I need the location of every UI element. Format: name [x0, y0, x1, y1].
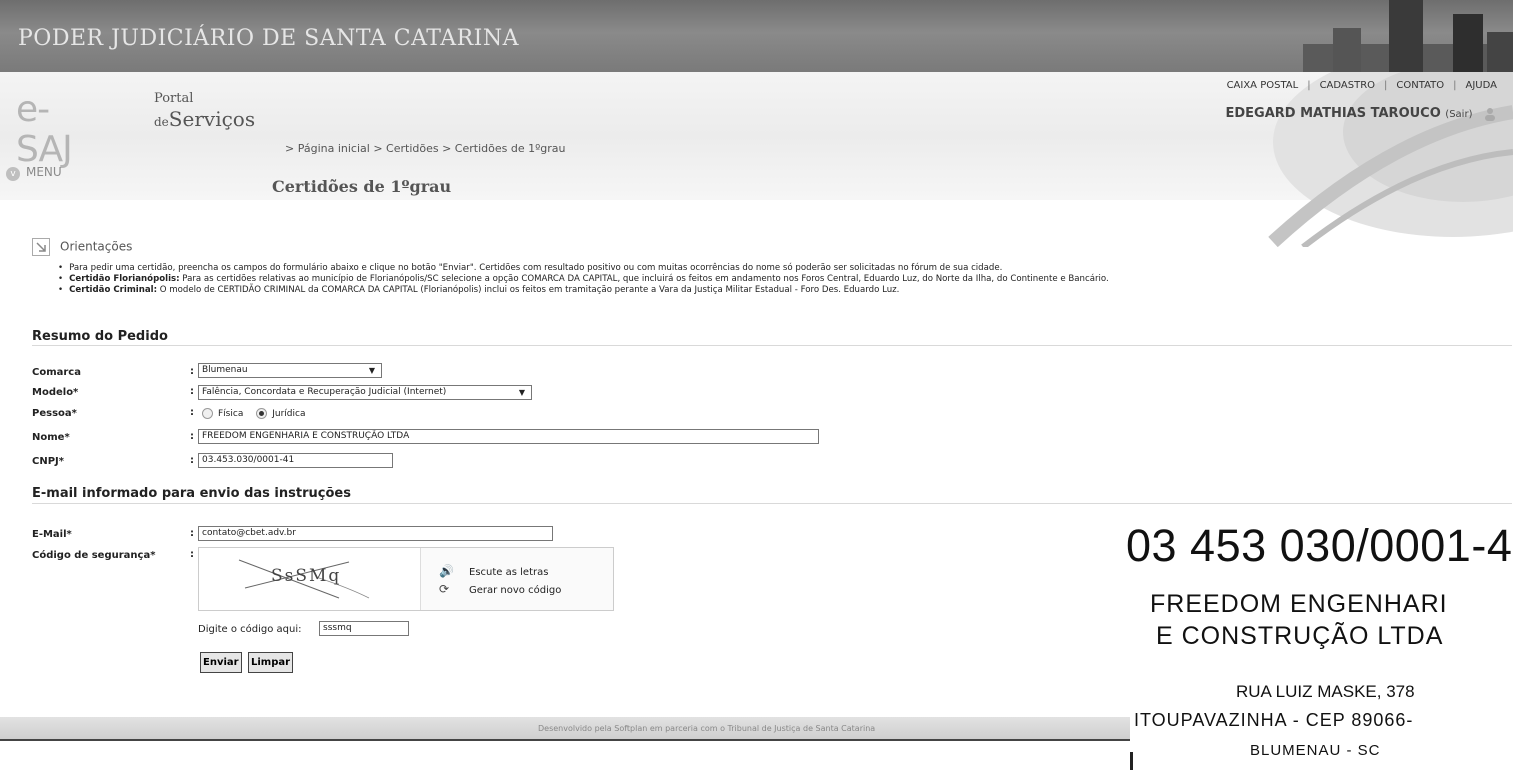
arrow-down-right-icon: [32, 238, 50, 256]
email-label: E-Mail*: [32, 529, 72, 540]
nome-input[interactable]: FREEDOM ENGENHARIA E CONSTRUÇÃO LTDA: [198, 429, 819, 444]
refresh-label: Gerar novo código: [469, 585, 562, 596]
captcha-box: SsSMq 🔊 Escute as letras ⟳ Gerar novo códi…: [198, 547, 614, 611]
cnpj-label: CNPJ*: [32, 456, 64, 467]
stamp-name-line2: E CONSTRUÇÃO LTDA: [1156, 622, 1444, 650]
link-contato[interactable]: CONTATO: [1396, 80, 1444, 91]
link-cadastro[interactable]: CADASTRO: [1320, 80, 1375, 91]
logo-portal-text: Portal: [154, 91, 194, 106]
listen-option[interactable]: 🔊 Escute as letras: [439, 562, 561, 580]
logo-esaj-text: e-SAJ: [16, 89, 73, 170]
user-icon: [1485, 107, 1495, 121]
captcha-image: SsSMq: [199, 548, 421, 610]
header-decoration: [1268, 72, 1513, 247]
colon: :: [190, 455, 194, 466]
user-block: EDEGARD MATHIAS TAROUCO (Sair): [1226, 106, 1498, 121]
top-links: CAIXA POSTAL | CADASTRO | CONTATO | AJUDA: [1227, 80, 1497, 91]
colon: :: [190, 528, 194, 539]
pessoa-juridica-radio[interactable]: [256, 408, 268, 419]
footer-text: Desenvolvido pela Softplan em parceria c…: [538, 724, 876, 733]
list-item: Certidão Florianópolis: Para as certidõe…: [58, 274, 1109, 285]
colon: :: [190, 431, 194, 442]
refresh-icon: ⟳: [439, 582, 450, 596]
section-title-email: E-mail informado para envio das instruçõ…: [32, 486, 351, 501]
pessoa-juridica-label: Jurídica: [272, 409, 306, 419]
orientacoes-header: Orientações: [32, 238, 132, 256]
stamp-district: ITOUPAVAZINHA - CEP 89066-: [1134, 710, 1414, 730]
separator: |: [1453, 80, 1457, 91]
pessoa-fisica-label: Física: [218, 409, 244, 419]
link-caixa-postal[interactable]: CAIXA POSTAL: [1227, 80, 1299, 91]
company-stamp: 03 453 030/0001-4 FREEDOM ENGENHARI E CO…: [1118, 520, 1513, 775]
captcha-text: SsSMq: [271, 566, 342, 586]
menu-toggle[interactable]: v MENU: [6, 165, 62, 181]
stamp-name-line1: FREEDOM ENGENHARI: [1150, 590, 1448, 618]
pessoa-fisica-radio[interactable]: [202, 408, 213, 419]
header: CAIXA POSTAL | CADASTRO | CONTATO | AJUDA e-SA…: [0, 72, 1513, 247]
modelo-label: Modelo*: [32, 387, 79, 398]
section-title-resumo: Resumo do Pedido: [32, 329, 168, 344]
speaker-icon: 🔊: [439, 564, 454, 578]
colon: :: [190, 386, 194, 397]
stamp-cnpj: 03 453 030/0001-4: [1126, 520, 1513, 571]
divider: [32, 345, 1512, 346]
stamp-mark: [1130, 752, 1133, 770]
logout-link[interactable]: (Sair): [1445, 109, 1472, 120]
colon: :: [190, 366, 194, 377]
menu-label: MENU: [26, 165, 62, 179]
logo-de-text: de: [154, 115, 169, 129]
stamp-address: RUA LUIZ MASKE, 378: [1236, 682, 1415, 701]
breadcrumb[interactable]: > Página inicial > Certidões > Certidões…: [285, 142, 566, 155]
captcha-input-label: Digite o código aqui:: [198, 624, 302, 635]
list-item: Para pedir uma certidão, preencha os cam…: [58, 263, 1109, 274]
colon: :: [190, 407, 194, 418]
separator: |: [1384, 80, 1388, 91]
stamp-city: BLUMENAU - SC: [1250, 742, 1381, 759]
captcha-input[interactable]: sssmq: [319, 621, 409, 636]
logo-servicos-text: deServiços: [154, 108, 255, 133]
orientacoes-title: Orientações: [60, 239, 133, 254]
captcha-options: 🔊 Escute as letras ⟳ Gerar novo código: [439, 562, 561, 598]
listen-label: Escute as letras: [469, 567, 549, 578]
banner-title: PODER JUDICIÁRIO DE SANTA CATARINA: [18, 26, 519, 51]
limpar-button[interactable]: Limpar: [248, 652, 294, 673]
logo-servicos-word: Serviços: [168, 107, 256, 131]
city-skyline-image: [1303, 0, 1513, 72]
comarca-select[interactable]: Blumenau: [198, 363, 382, 378]
enviar-button[interactable]: Enviar: [200, 652, 242, 673]
user-name: EDEGARD MATHIAS TAROUCO: [1225, 106, 1441, 121]
separator: |: [1307, 80, 1311, 91]
codigo-label: Código de segurança*: [32, 550, 156, 561]
modelo-select[interactable]: Falência, Concordata e Recuperação Judic…: [198, 385, 532, 400]
page-title: Certidões de 1ºgrau: [272, 177, 452, 196]
refresh-option[interactable]: ⟳ Gerar novo código: [439, 580, 561, 598]
pessoa-label: Pessoa*: [32, 408, 77, 419]
divider: [32, 503, 1512, 504]
link-ajuda[interactable]: AJUDA: [1466, 80, 1497, 91]
cnpj-input[interactable]: 03.453.030/0001-41: [198, 453, 393, 468]
colon: :: [190, 549, 194, 560]
pessoa-radio-group: Física Jurídica: [202, 408, 315, 419]
list-item: Certidão Criminal: O modelo de CERTIDÃO …: [58, 285, 1109, 296]
top-banner: PODER JUDICIÁRIO DE SANTA CATARINA: [0, 0, 1513, 72]
comarca-label: Comarca: [32, 367, 81, 378]
footer: Desenvolvido pela Softplan em parceria c…: [0, 717, 1130, 741]
chevron-down-icon: v: [6, 167, 20, 181]
orientacoes-list: Para pedir uma certidão, preencha os cam…: [58, 263, 1109, 296]
nome-label: Nome*: [32, 432, 70, 443]
email-input[interactable]: contato@cbet.adv.br: [198, 526, 553, 541]
